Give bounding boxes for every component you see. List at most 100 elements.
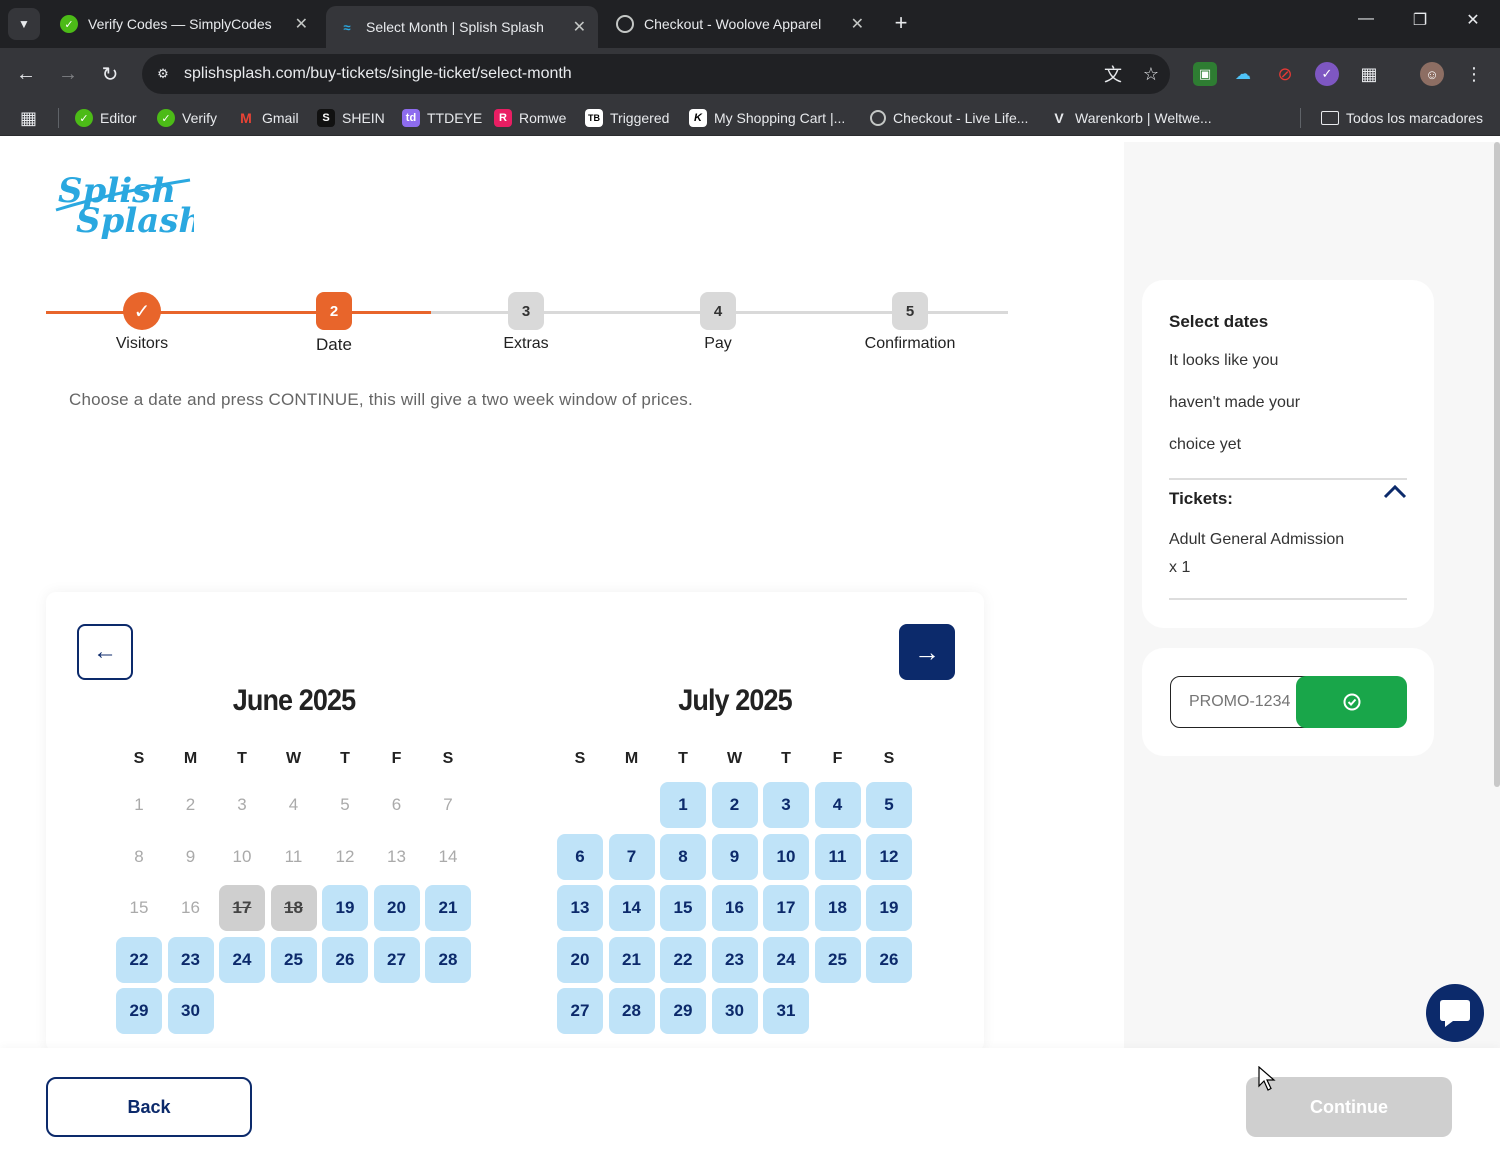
calendar-day-july-7[interactable]: 7 xyxy=(608,833,655,880)
bookmark-label: Verify xyxy=(182,110,218,126)
splish-splash-logo[interactable]: Splish Splash xyxy=(54,162,194,242)
address-bar[interactable]: ⚙ splishsplash.com/buy-tickets/single-ti… xyxy=(142,54,1170,94)
bookmark-checkout-live-life[interactable]: Checkout - Live Life... xyxy=(870,106,1028,130)
close-tab-icon[interactable]: ✕ xyxy=(851,14,864,34)
calendar-day-july-18[interactable]: 18 xyxy=(814,885,861,931)
site-settings-icon[interactable]: ⚙ xyxy=(152,63,174,85)
calendar-day-july-28[interactable]: 28 xyxy=(608,988,655,1034)
calendar-day-june-27[interactable]: 27 xyxy=(373,936,420,983)
calendar-day-june-28[interactable]: 28 xyxy=(425,936,471,983)
calendar-day-july-5[interactable]: 5 xyxy=(866,782,912,828)
minimize-window-icon[interactable]: — xyxy=(1354,10,1378,28)
calendar-day-july-10[interactable]: 10 xyxy=(763,833,809,880)
bookmark-warenkorb[interactable]: V Warenkorb | Weltwe... xyxy=(1050,106,1211,130)
calendar-day-july-4[interactable]: 4 xyxy=(814,782,861,828)
bookmark-triggered[interactable]: TB Triggered xyxy=(585,106,669,130)
summary-message-line-3: choice yet xyxy=(1169,436,1242,453)
tab-search-chevron-icon[interactable]: ▼ xyxy=(8,8,40,40)
reload-icon[interactable]: ↻ xyxy=(96,60,124,88)
calendar-day-june-29[interactable]: 29 xyxy=(116,988,162,1034)
vpn-extension-icon[interactable]: ▣ xyxy=(1193,62,1217,86)
calendar-day-july-19[interactable]: 19 xyxy=(866,885,912,931)
forward-arrow-icon[interactable]: → xyxy=(54,60,82,88)
calendar-day-july-9[interactable]: 9 xyxy=(711,833,758,880)
calendar-day-july-8[interactable]: 8 xyxy=(660,833,706,880)
calendar-day-july-31[interactable]: 31 xyxy=(763,988,809,1034)
translate-icon[interactable]: 文 xyxy=(1094,61,1132,87)
bookmark-editor[interactable]: ✓ Editor xyxy=(75,106,137,130)
calendar-day-july-2[interactable]: 2 xyxy=(711,782,758,828)
tab-woolove[interactable]: Checkout - Woolove Apparel ✕ xyxy=(604,6,876,42)
calendar-day-july-3[interactable]: 3 xyxy=(763,782,809,828)
chat-widget-button[interactable] xyxy=(1426,984,1484,1042)
month-title-june: June 2025 xyxy=(232,684,356,717)
page-scrollbar[interactable] xyxy=(1494,142,1500,787)
close-tab-icon[interactable]: ✕ xyxy=(295,14,308,34)
calendar-day-july-14[interactable]: 14 xyxy=(608,885,655,931)
calendar-day-july-29[interactable]: 29 xyxy=(660,988,706,1034)
calendar-day-july-27[interactable]: 27 xyxy=(557,988,603,1034)
apply-promo-button[interactable] xyxy=(1296,676,1407,728)
step-visitors-check-icon[interactable]: ✓ xyxy=(123,292,161,330)
close-window-icon[interactable]: ✕ xyxy=(1461,10,1485,30)
step-extras-number: 3 xyxy=(508,292,544,330)
restore-window-icon[interactable]: ❐ xyxy=(1408,10,1432,30)
calendar-day-july-24[interactable]: 24 xyxy=(763,936,809,983)
continue-button[interactable]: Continue xyxy=(1246,1077,1452,1137)
calendar-day-june-11: 11 xyxy=(284,846,303,866)
block-extension-icon[interactable]: ⊘ xyxy=(1273,62,1297,86)
bookmark-shein[interactable]: S SHEIN xyxy=(317,106,385,130)
calendar-day-june-25[interactable]: 25 xyxy=(270,936,317,983)
calendar-day-july-1[interactable]: 1 xyxy=(660,782,706,828)
bookmark-ttdeye[interactable]: td TTDEYE xyxy=(402,106,482,130)
calendar-day-june-19[interactable]: 19 xyxy=(322,885,368,931)
calendar-day-july-26[interactable]: 26 xyxy=(866,936,912,983)
calendar-day-july-30[interactable]: 30 xyxy=(711,988,758,1034)
calendar-day-july-6[interactable]: 6 xyxy=(557,833,603,880)
profile-avatar-icon[interactable]: ☺ xyxy=(1420,62,1444,86)
purple-extension-icon[interactable]: ✓ xyxy=(1315,62,1339,86)
calendar-day-july-23[interactable]: 23 xyxy=(711,936,758,983)
bookmark-gmail[interactable]: M Gmail xyxy=(237,106,298,130)
calendar-day-june-22[interactable]: 22 xyxy=(116,936,162,983)
calendar-day-june-21[interactable]: 21 xyxy=(425,885,471,931)
weekday-header: S xyxy=(883,750,895,767)
calendar-day-july-12[interactable]: 12 xyxy=(866,833,912,880)
calendar-day-july-21[interactable]: 21 xyxy=(608,936,655,983)
cloud-extension-icon[interactable]: ☁ xyxy=(1231,62,1255,86)
bookmark-verify[interactable]: ✓ Verify xyxy=(157,106,217,130)
back-arrow-icon[interactable]: ← xyxy=(12,60,40,88)
tab-splish-splash[interactable]: ≈ Select Month | Splish Splash ✕ xyxy=(326,6,598,48)
calendar-day-june-26[interactable]: 26 xyxy=(322,936,368,983)
bookmark-my-shopping-cart[interactable]: K My Shopping Cart |... xyxy=(689,106,845,130)
tab-simplycodes[interactable]: ✓ Verify Codes — SimplyCodes ✕ xyxy=(48,6,320,42)
collapse-chevron-up-icon[interactable] xyxy=(1382,482,1408,502)
step-date-number: 2 xyxy=(316,292,352,330)
calendar-day-june-23[interactable]: 23 xyxy=(167,936,214,983)
apps-grid-icon[interactable]: ▦ xyxy=(20,106,37,130)
back-button[interactable]: Back xyxy=(46,1077,252,1137)
next-month-arrow-icon[interactable]: → xyxy=(899,624,955,680)
calendar-day-july-17[interactable]: 17 xyxy=(763,885,809,931)
calendar-day-june-30[interactable]: 30 xyxy=(167,988,214,1034)
close-tab-icon[interactable]: ✕ xyxy=(573,17,586,37)
bookmark-romwe[interactable]: R Romwe xyxy=(494,106,566,130)
simplycodes-favicon-icon: ✓ xyxy=(60,15,78,33)
calendar-day-july-25[interactable]: 25 xyxy=(814,936,861,983)
calendar-day-july-15[interactable]: 15 xyxy=(660,885,706,931)
bookmark-star-icon[interactable]: ☆ xyxy=(1132,64,1170,85)
previous-month-arrow-icon[interactable]: ← xyxy=(77,624,133,680)
calendar-day-july-20[interactable]: 20 xyxy=(557,936,603,983)
new-tab-plus-icon[interactable]: + xyxy=(888,10,914,36)
all-bookmarks-folder[interactable]: Todos los marcadores xyxy=(1321,106,1483,130)
calendar-day-june-20[interactable]: 20 xyxy=(373,885,420,931)
calendar-day-july-22[interactable]: 22 xyxy=(660,936,706,983)
extensions-puzzle-icon[interactable]: ▦ xyxy=(1357,62,1381,86)
calendar-day-july-13[interactable]: 13 xyxy=(557,885,603,931)
tickets-label: Tickets: xyxy=(1169,489,1233,508)
url-text[interactable]: splishsplash.com/buy-tickets/single-tick… xyxy=(184,65,1094,83)
calendar-day-june-24[interactable]: 24 xyxy=(219,936,265,983)
browser-menu-kebab-icon[interactable]: ⋮ xyxy=(1462,62,1486,86)
calendar-day-july-11[interactable]: 11 xyxy=(814,833,861,880)
calendar-day-july-16[interactable]: 16 xyxy=(711,885,758,931)
